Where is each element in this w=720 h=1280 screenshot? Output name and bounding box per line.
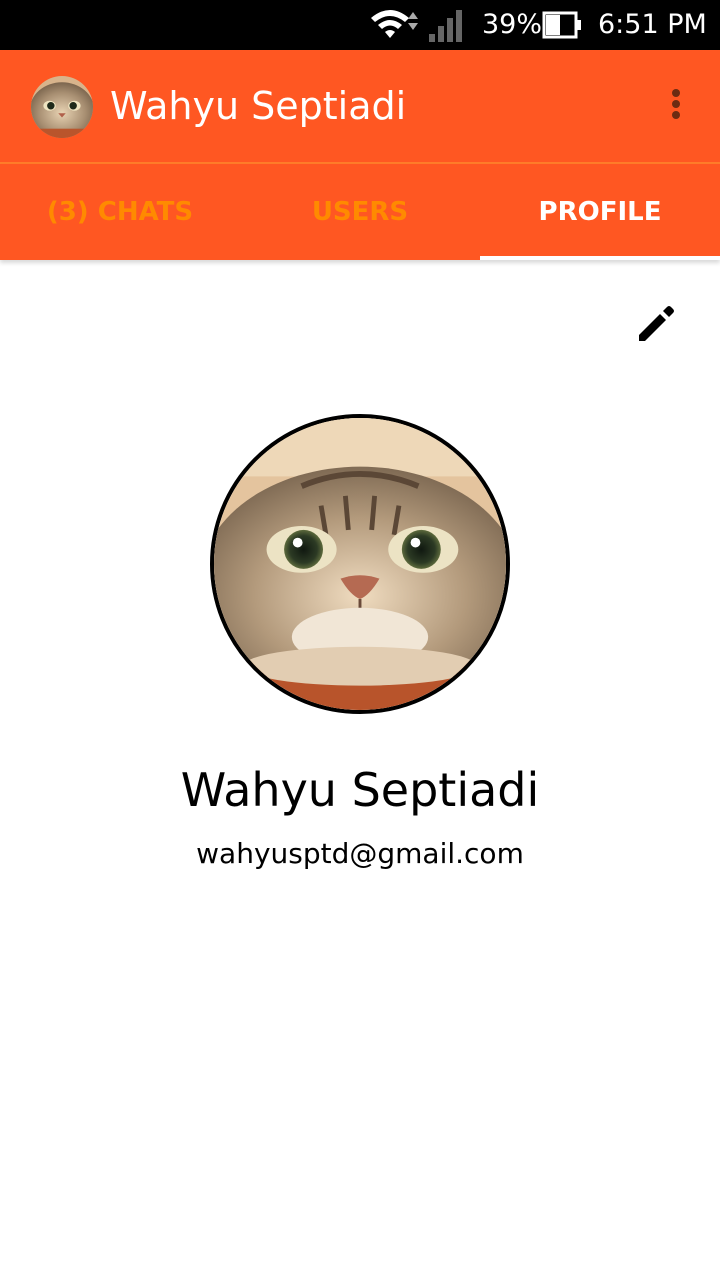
profile-name: Wahyu Septiadi	[180, 763, 540, 817]
avatar[interactable]	[31, 76, 93, 138]
clock: 6:51 PM	[598, 9, 707, 40]
cat-avatar-icon	[31, 76, 93, 138]
profile-avatar[interactable]	[210, 414, 510, 714]
app-title: Wahyu Septiadi	[110, 84, 407, 128]
battery-percent: 39%	[482, 9, 543, 40]
tab-profile[interactable]: PROFILE	[480, 164, 720, 260]
tab-indicator	[480, 256, 720, 260]
tab-bar: (3) CHATS USERS PROFILE	[0, 164, 720, 260]
status-bar: 39% 6:51 PM	[0, 0, 720, 50]
more-vert-icon[interactable]	[660, 86, 692, 128]
battery-icon	[542, 11, 581, 39]
profile-email: wahyusptd@gmail.com	[196, 837, 524, 870]
signal-icon	[429, 10, 462, 42]
app-bar: Wahyu Septiadi	[0, 50, 720, 164]
tab-users[interactable]: USERS	[240, 164, 480, 260]
pencil-icon	[639, 306, 674, 341]
cat-photo	[214, 418, 506, 710]
wifi-icon	[371, 10, 418, 38]
tab-chats[interactable]: (3) CHATS	[0, 164, 240, 260]
edit-profile-button[interactable]	[632, 300, 680, 348]
